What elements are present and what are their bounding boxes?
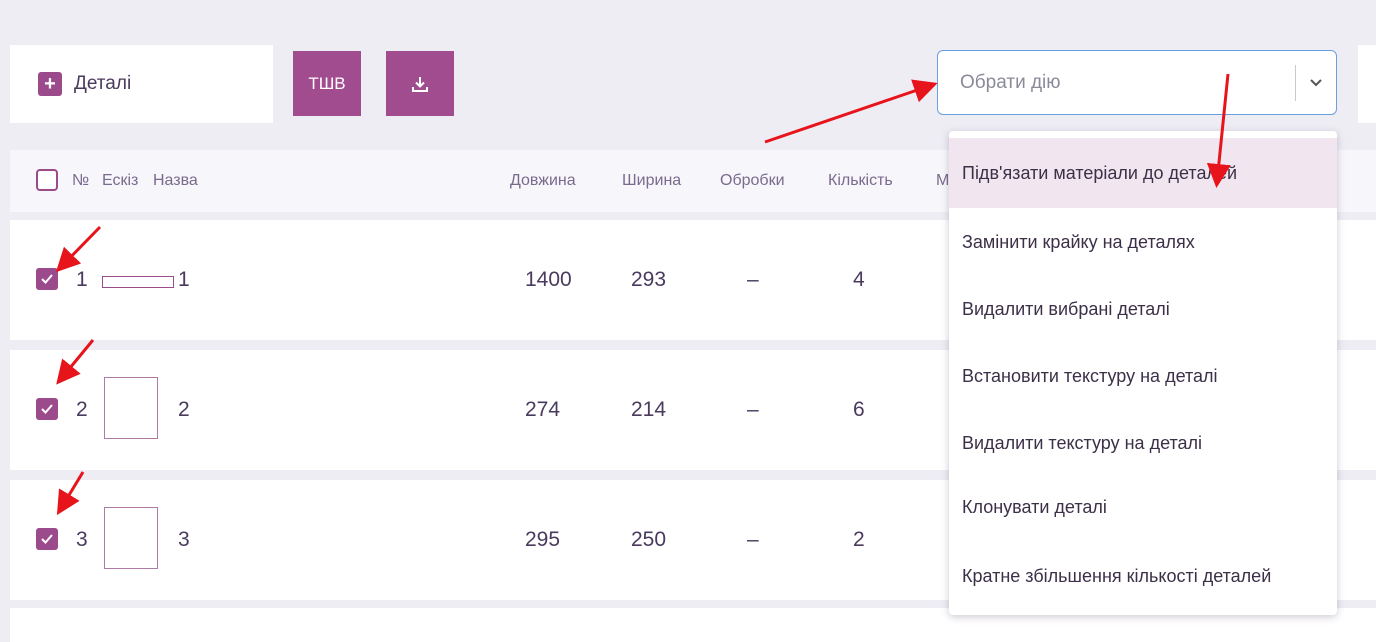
row-length: 274 [525, 398, 561, 421]
details-tab[interactable]: + Деталі [10, 45, 273, 123]
row-quantity: 6 [853, 398, 865, 421]
check-icon [41, 274, 53, 284]
row-number: 1 [76, 268, 88, 291]
sketch-thumbnail [102, 276, 174, 288]
row-name: 3 [178, 528, 190, 551]
menu-item-set-texture[interactable]: Встановити текстуру на деталі [949, 341, 1337, 411]
row-checkbox[interactable] [36, 528, 58, 550]
row-processing: – [747, 398, 759, 421]
row-processing: – [747, 268, 759, 291]
menu-item-replace-edge[interactable]: Замінити крайку на деталях [949, 207, 1337, 277]
header-name: Назва [153, 172, 198, 189]
menu-item-clone[interactable]: Клонувати деталі [949, 472, 1337, 542]
sketch-thumbnail [104, 377, 158, 439]
menu-item-delete-selected[interactable]: Видалити вибрані деталі [949, 274, 1337, 344]
plus-icon[interactable]: + [38, 72, 62, 96]
row-name: 2 [178, 398, 190, 421]
row-width: 214 [631, 398, 667, 421]
select-all-checkbox[interactable] [36, 169, 58, 191]
header-length: Довжина [510, 172, 576, 189]
header-processing: Обробки [720, 172, 785, 189]
row-quantity: 2 [853, 528, 865, 551]
details-tab-label: Деталі [74, 73, 132, 94]
row-number: 3 [76, 528, 88, 551]
row-width: 250 [631, 528, 667, 551]
row-checkbox[interactable] [36, 398, 58, 420]
row-number: 2 [76, 398, 88, 421]
row-checkbox[interactable] [36, 268, 58, 290]
menu-item-link-materials[interactable]: Підв'язати матеріали до деталей [949, 138, 1337, 208]
tshv-button[interactable]: ТШВ [293, 51, 361, 116]
header-quantity: Кількість [828, 172, 893, 189]
sketch-thumbnail [104, 507, 158, 569]
row-processing: – [747, 528, 759, 551]
menu-item-multiply-quantity[interactable]: Кратне збільшення кількості деталей [949, 541, 1337, 611]
row-length: 1400 [525, 268, 572, 291]
row-length: 295 [525, 528, 561, 551]
download-icon [412, 76, 428, 92]
header-sketch: Ескіз [102, 172, 139, 189]
toolbar: + Деталі ТШВ Обрати дію [0, 0, 1376, 150]
chevron-down-icon[interactable] [1296, 78, 1336, 88]
header-number: № [72, 172, 90, 189]
row-quantity: 4 [853, 268, 865, 291]
row-width: 293 [631, 268, 667, 291]
row-name: 1 [178, 268, 190, 291]
check-icon [41, 404, 53, 414]
check-icon [41, 534, 53, 544]
action-select-placeholder: Обрати дію [960, 71, 1061, 93]
action-dropdown-menu: Підв'язати матеріали до деталей Замінити… [949, 131, 1337, 615]
header-width: Ширина [622, 172, 682, 189]
action-select[interactable]: Обрати дію [937, 50, 1337, 115]
menu-item-remove-texture[interactable]: Видалити текстуру на деталі [949, 408, 1337, 478]
right-panel-stub [1358, 45, 1376, 123]
download-button[interactable] [386, 51, 454, 116]
